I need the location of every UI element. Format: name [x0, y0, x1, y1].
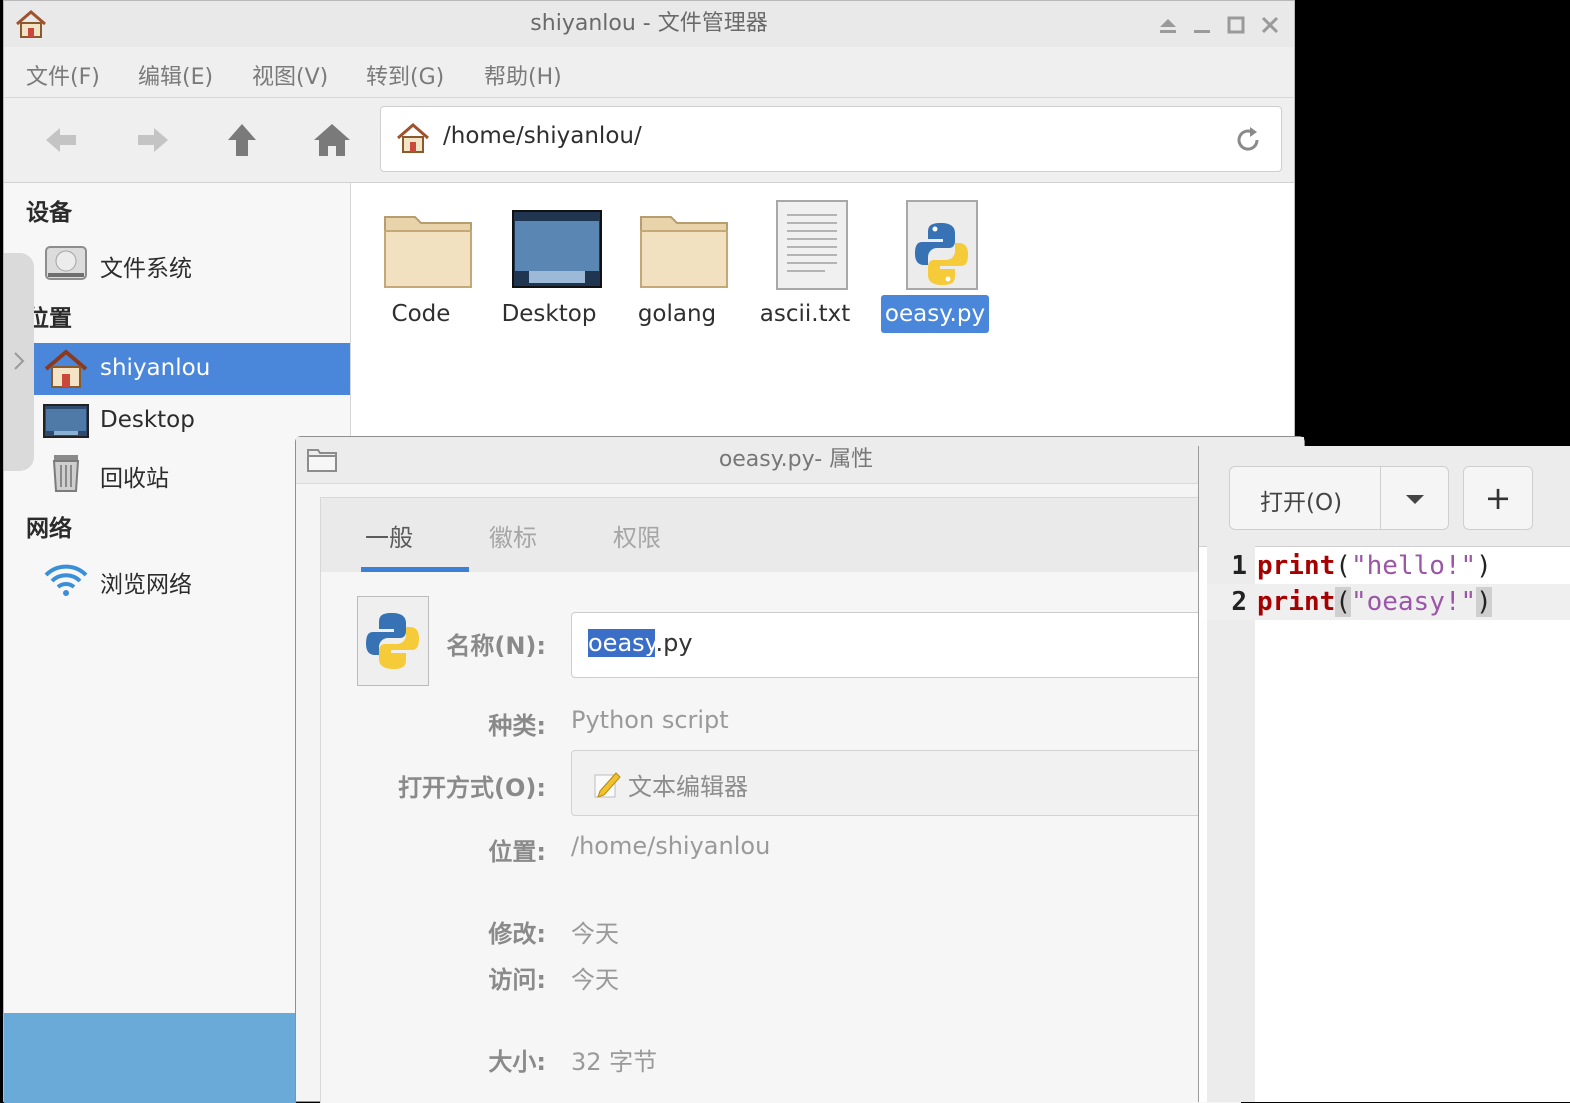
home-icon — [397, 123, 429, 153]
tab-permissions[interactable]: 权限 — [613, 518, 661, 553]
trash-icon — [52, 455, 80, 492]
kind-value: Python script — [571, 706, 729, 734]
sidebar-item-shiyanlou[interactable]: shiyanlou — [32, 343, 350, 395]
name-input-value: oeasy.py — [588, 629, 693, 657]
dialog-title: oeasy.py- 属性 — [718, 447, 874, 472]
code-text: print("hello!") — [1257, 551, 1492, 581]
editor-header-bar: 打开(O) + — [1199, 446, 1570, 547]
toolbar: /home/shiyanlou/ — [4, 98, 1294, 183]
file-label: ascii.txt — [759, 301, 851, 327]
line-number: 2 — [1231, 587, 1247, 617]
dialog-title-bar[interactable]: oeasy.py- 属性 — [296, 437, 1304, 484]
menu-view[interactable]: 视图(V) — [252, 59, 328, 91]
open-button[interactable]: 打开(O) — [1229, 466, 1449, 530]
window-title: shiyanlou - 文件管理器 — [530, 11, 768, 36]
file-label: Desktop — [501, 301, 597, 327]
properties-dialog: oeasy.py- 属性 一般 徽标 权限 名称(N): oeasy.py 种类… — [295, 436, 1305, 1103]
text-editor-icon — [594, 772, 621, 798]
modified-value: 今天 — [571, 920, 619, 948]
sidebar-item-label: 回收站 — [100, 466, 169, 492]
file-item-desktop[interactable]: Desktop — [489, 197, 609, 347]
python-file-icon — [906, 200, 978, 290]
minimize-icon[interactable] — [1190, 13, 1214, 37]
maximize-icon[interactable] — [1224, 13, 1248, 37]
reload-icon[interactable] — [1233, 125, 1263, 155]
bracket-match: ) — [1476, 587, 1492, 617]
home-nav-icon[interactable] — [308, 118, 356, 162]
chevron-down-icon[interactable] — [1402, 491, 1428, 507]
new-document-button[interactable]: + — [1463, 466, 1533, 530]
up-arrow-icon[interactable] — [218, 118, 266, 162]
wifi-icon — [44, 564, 88, 596]
accessed-label: 访问: — [488, 966, 546, 994]
menu-help[interactable]: 帮助(H) — [484, 59, 562, 91]
accessed-value: 今天 — [571, 966, 619, 994]
name-extension: .py — [655, 629, 693, 657]
location-value: /home/shiyanlou — [571, 832, 771, 860]
file-label: golang — [637, 301, 717, 327]
folder-icon — [640, 216, 728, 288]
file-item-golang[interactable]: golang — [617, 197, 737, 347]
file-item-ascii-txt[interactable]: ascii.txt — [745, 197, 865, 347]
menu-go[interactable]: 转到(G) — [366, 59, 444, 91]
title-bar[interactable]: shiyanlou - 文件管理器 — [4, 1, 1294, 47]
shade-icon[interactable] — [1156, 13, 1180, 37]
file-item-oeasy-py[interactable]: oeasy.py — [875, 197, 995, 347]
name-selection: oeasy — [588, 629, 656, 657]
drive-icon — [45, 246, 87, 280]
button-separator — [1380, 467, 1381, 529]
size-value: 32 字节 — [571, 1048, 658, 1076]
kind-label: 种类: — [488, 712, 546, 740]
open-button-label: 打开(O) — [1260, 490, 1343, 516]
sidebar-header-devices: 设备 — [26, 200, 72, 226]
open-with-label: 打开方式(O): — [398, 774, 546, 802]
desktop-folder-icon — [512, 210, 602, 288]
name-label: 名称(N): — [446, 632, 546, 660]
file-label: Code — [391, 301, 451, 327]
sidebar-item-label: 文件系统 — [100, 256, 192, 282]
line-number: 1 — [1231, 551, 1247, 581]
modified-label: 修改: — [488, 920, 546, 948]
folder-icon — [384, 216, 472, 288]
text-file-icon — [776, 200, 848, 290]
code-line-current[interactable]: 2 print("oeasy!") — [1207, 584, 1570, 620]
sidebar-item-label: 浏览网络 — [100, 572, 192, 598]
size-label: 大小: — [488, 1048, 546, 1076]
side-panel-handle[interactable] — [4, 253, 34, 471]
open-with-value: 文本编辑器 — [628, 773, 748, 801]
general-tab-panel: 名称(N): oeasy.py 种类: Python script 打开方式(O… — [320, 572, 1241, 1103]
line-number-gutter — [1207, 546, 1255, 1102]
text-editor-window: 打开(O) + 1 print("hello!") 2 print("oeasy… — [1198, 446, 1570, 1102]
tab-bar: 一般 徽标 权限 — [320, 497, 1240, 573]
forward-arrow-icon[interactable] — [128, 118, 176, 162]
file-item-code[interactable]: Code — [361, 197, 481, 347]
location-label: 位置: — [488, 838, 546, 866]
bracket-match: ( — [1335, 587, 1351, 617]
address-bar[interactable]: /home/shiyanlou/ — [380, 106, 1282, 172]
address-path: /home/shiyanlou/ — [443, 123, 642, 149]
desktop-background-strip — [4, 1013, 296, 1103]
sidebar-item-label: shiyanlou — [100, 355, 211, 381]
sidebar-header-network: 网络 — [26, 516, 72, 542]
tab-general[interactable]: 一般 — [365, 518, 413, 553]
close-icon[interactable] — [1258, 13, 1282, 37]
chevron-right-icon — [14, 352, 25, 370]
name-input[interactable]: oeasy.py — [571, 612, 1211, 678]
menu-edit[interactable]: 编辑(E) — [138, 59, 213, 91]
sidebar-item-label: Desktop — [100, 407, 195, 433]
menu-file[interactable]: 文件(F) — [26, 59, 100, 91]
desktop-icon — [43, 404, 89, 438]
tab-emblems[interactable]: 徽标 — [489, 518, 537, 553]
sidebar-item-filesystem[interactable]: 文件系统 — [32, 237, 350, 289]
menu-bar: 文件(F) 编辑(E) 视图(V) 转到(G) 帮助(H) — [4, 47, 1294, 98]
home-icon — [44, 349, 88, 388]
code-line[interactable]: 1 print("hello!") — [1207, 548, 1570, 584]
code-text: print("oeasy!") — [1257, 587, 1492, 617]
open-with-dropdown[interactable]: 文本编辑器 — [571, 750, 1211, 816]
back-arrow-icon[interactable] — [38, 118, 86, 162]
file-label: oeasy.py — [875, 295, 995, 333]
